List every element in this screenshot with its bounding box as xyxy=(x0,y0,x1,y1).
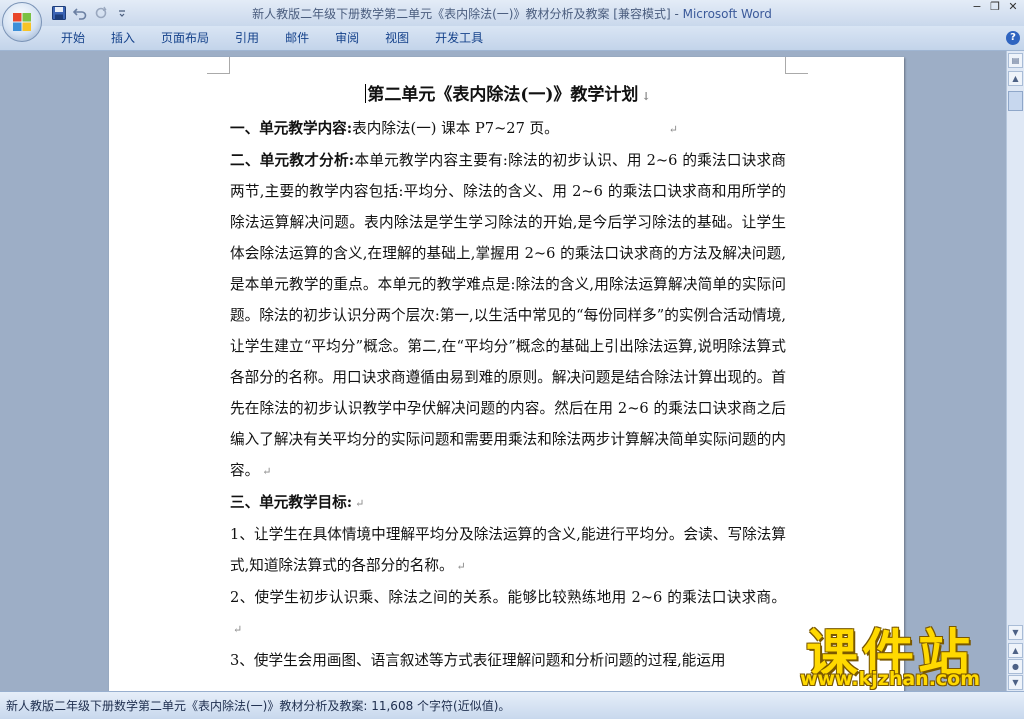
section-1: 一、单元教学内容:表内除法(一) 课本 P7~27 页。 ↵ xyxy=(230,113,786,145)
ribbon: 开始 插入 页面布局 引用 邮件 审阅 视图 开发工具 ? xyxy=(0,26,1024,51)
tab-mailings[interactable]: 邮件 xyxy=(272,26,322,50)
goal-3: 3、使学生会用画图、语言叙述等方式表征理解问题和分析问题的过程,能运用 xyxy=(230,645,786,676)
vertical-scrollbar[interactable]: ▤ ▲ ▼ ▲ ● ▼ xyxy=(1006,51,1024,691)
office-button[interactable] xyxy=(2,2,42,42)
section-2-label: 二、单元教才分析: xyxy=(230,152,355,169)
tab-view[interactable]: 视图 xyxy=(372,26,422,50)
section-1-label: 一、单元教学内容: xyxy=(230,120,353,137)
watermark-url: www.kjzhan.com xyxy=(799,668,981,690)
tab-references[interactable]: 引用 xyxy=(222,26,272,50)
window-controls: − ❐ ✕ xyxy=(968,0,1022,16)
title-bar: 新人教版二年级下册数学第二单元《表内除法(一)》教材分析及教案 [兼容模式] -… xyxy=(0,0,1024,26)
status-bar: 新人教版二年级下册数学第二单元《表内除法(一)》教材分析及教案: 11,608 … xyxy=(0,691,1024,719)
scrollbar-thumb[interactable] xyxy=(1008,91,1023,111)
goal-1: 1、让学生在具体情境中理解平均分及除法运算的含义,能进行平均分。会读、写除法算式… xyxy=(230,519,786,582)
tab-page-layout[interactable]: 页面布局 xyxy=(148,26,222,50)
scroll-up-icon[interactable]: ▲ xyxy=(1008,71,1023,86)
document-title: 第二单元《表内除法(一)》教学计划 ↓ xyxy=(230,79,786,113)
next-page-icon[interactable]: ▼ xyxy=(1008,675,1023,690)
status-text: 新人教版二年级下册数学第二单元《表内除法(一)》教材分析及教案: 11,608 … xyxy=(6,699,511,713)
watermark-logo: 课件站 www.kjzhan.com xyxy=(770,612,1010,692)
document-body: 第二单元《表内除法(一)》教学计划 ↓ 一、单元教学内容:表内除法(一) 课本 P… xyxy=(230,79,786,676)
goal-2-text: 2、使学生初步认识乘、除法之间的关系。能够比较熟练地用 2~6 的乘法口诀求商。 xyxy=(230,589,786,606)
tab-review[interactable]: 审阅 xyxy=(322,26,372,50)
paragraph-mark: ↵ xyxy=(262,465,272,478)
document-area: 第二单元《表内除法(一)》教学计划 ↓ 一、单元教学内容:表内除法(一) 课本 P… xyxy=(0,51,1006,691)
scroll-down-icon[interactable]: ▼ xyxy=(1008,625,1023,640)
goal-3-text: 3、使学生会用画图、语言叙述等方式表征理解问题和分析问题的过程,能运用 xyxy=(230,652,726,669)
previous-page-icon[interactable]: ▲ xyxy=(1008,643,1023,658)
title-mark: ↓ xyxy=(641,90,651,103)
crop-mark-top-left xyxy=(207,57,230,74)
browse-object-icon[interactable]: ● xyxy=(1008,659,1023,674)
paragraph-mark: ↵ xyxy=(233,623,243,636)
help-icon[interactable]: ? xyxy=(1006,31,1020,45)
document-name: 新人教版二年级下册数学第二单元《表内除法(一)》教材分析及教案 [兼容模式] xyxy=(252,7,671,21)
minimize-button[interactable]: − xyxy=(968,0,986,14)
goal-1-text: 1、让学生在具体情境中理解平均分及除法运算的含义,能进行平均分。会读、写除法算式… xyxy=(230,526,786,574)
app-name: Microsoft Word xyxy=(682,7,772,21)
window-title: 新人教版二年级下册数学第二单元《表内除法(一)》教材分析及教案 [兼容模式] -… xyxy=(0,5,1024,22)
section-2-text: 本单元教学内容主要有:除法的初步认识、用 2~6 的乘法口诀求商两节,主要的教学… xyxy=(230,152,787,479)
section-1-text: 表内除法(一) 课本 P7~27 页。 xyxy=(352,120,559,137)
paragraph-mark: ↵ xyxy=(355,497,365,510)
section-3-label: 三、单元教学目标: xyxy=(230,494,353,511)
paragraph-mark: ↵ xyxy=(456,560,466,573)
close-button[interactable]: ✕ xyxy=(1004,0,1022,14)
crop-mark-top-right xyxy=(785,57,808,74)
ruler-toggle-icon[interactable]: ▤ xyxy=(1008,53,1023,68)
tab-developer[interactable]: 开发工具 xyxy=(422,26,496,50)
title-text: 第二单元《表内除法(一)》教学计划 xyxy=(367,85,639,105)
section-3: 三、单元教学目标: ↵ xyxy=(230,487,786,519)
document-page[interactable]: 第二单元《表内除法(一)》教学计划 ↓ 一、单元教学内容:表内除法(一) 课本 P… xyxy=(109,57,904,691)
ribbon-tabs: 开始 插入 页面布局 引用 邮件 审阅 视图 开发工具 xyxy=(48,26,496,50)
title-separator: - xyxy=(670,7,683,21)
goal-2: 2、使学生初步认识乘、除法之间的关系。能够比较熟练地用 2~6 的乘法口诀求商。… xyxy=(230,582,786,645)
tab-home[interactable]: 开始 xyxy=(48,26,98,50)
office-logo-icon xyxy=(13,13,31,31)
tab-insert[interactable]: 插入 xyxy=(98,26,148,50)
paragraph-mark: ↵ xyxy=(668,123,678,136)
restore-button[interactable]: ❐ xyxy=(986,0,1004,14)
section-2: 二、单元教才分析:本单元教学内容主要有:除法的初步认识、用 2~6 的乘法口诀求… xyxy=(230,145,786,487)
